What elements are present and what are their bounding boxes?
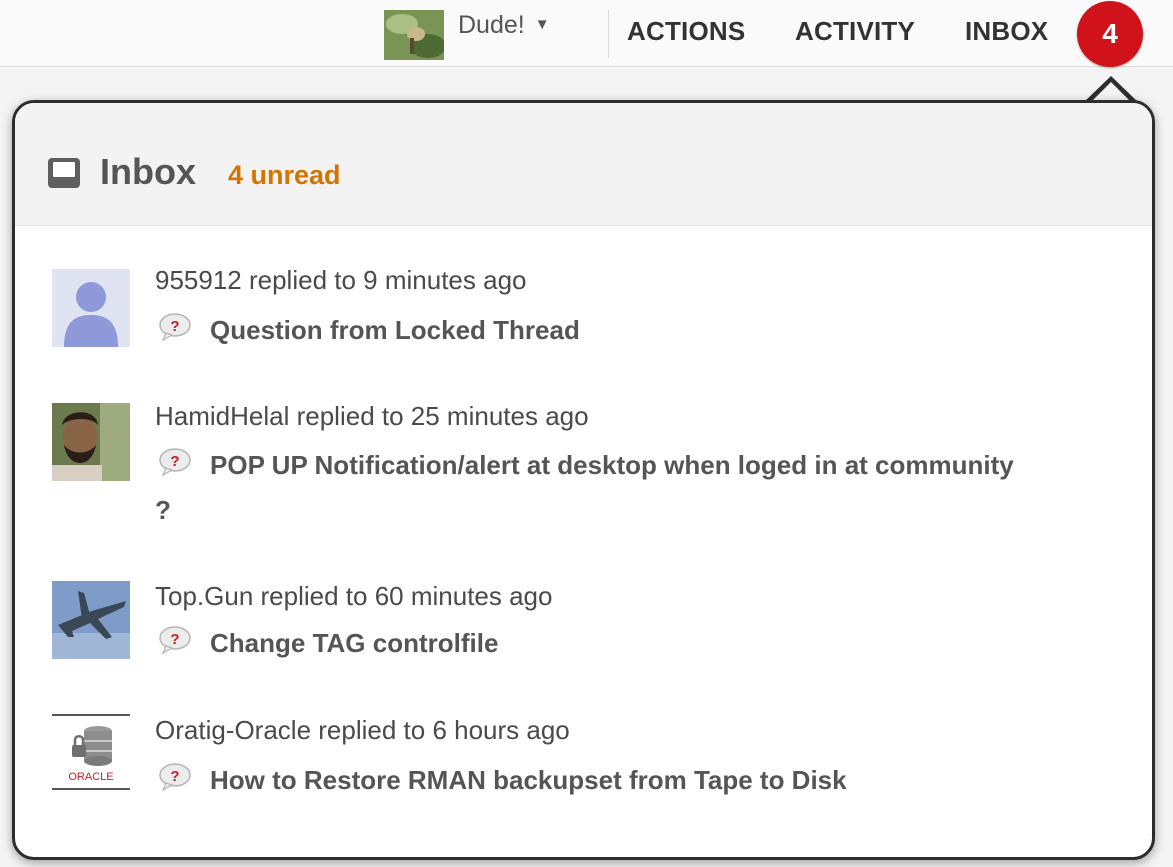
- user-name: Dude!: [458, 10, 525, 39]
- unread-count[interactable]: 4 unread: [228, 160, 341, 191]
- nav-actions[interactable]: ACTIONS: [627, 16, 745, 47]
- user-avatar: [384, 10, 444, 60]
- default-person-avatar: [52, 269, 130, 347]
- popover-title: Inbox: [100, 151, 196, 192]
- chevron-down-icon: ▼: [534, 15, 550, 33]
- notification-title[interactable]: POP UP Notification/alert at desktop whe…: [155, 443, 1015, 533]
- notification-meta: Oratig-Oracle replied to 6 hours ago: [155, 715, 570, 745]
- oracle-db-avatar: ORACLE: [52, 713, 130, 791]
- nav-divider: [608, 10, 609, 58]
- jet-avatar: [52, 581, 130, 659]
- inbox-tray-icon: [48, 158, 80, 188]
- nav-activity[interactable]: ACTIVITY: [795, 16, 915, 47]
- oracle-logo-text: ORACLE: [68, 771, 114, 783]
- top-navigation-bar: Dude! ▼ ACTIONS ACTIVITY INBOX 4: [0, 0, 1173, 67]
- notification-title[interactable]: Question from Locked Thread: [155, 308, 1015, 353]
- inbox-count-badge[interactable]: 4: [1077, 1, 1143, 67]
- notification-meta: HamidHelal replied to 25 minutes ago: [155, 401, 589, 431]
- notification-meta: 955912 replied to 9 minutes ago: [155, 265, 527, 295]
- notification-title[interactable]: Change TAG controlfile: [155, 621, 1015, 666]
- inbox-popover: Inbox 4 unread 955912 replied to 9 minut…: [12, 100, 1155, 860]
- user-menu[interactable]: Dude! ▼: [384, 10, 550, 60]
- notification-title[interactable]: How to Restore RMAN backupset from Tape …: [155, 758, 1015, 803]
- photo-avatar: [52, 403, 130, 481]
- popover-header: Inbox 4 unread: [15, 103, 1152, 226]
- notification-meta: Top.Gun replied to 60 minutes ago: [155, 581, 553, 611]
- nav-inbox[interactable]: INBOX: [965, 16, 1048, 47]
